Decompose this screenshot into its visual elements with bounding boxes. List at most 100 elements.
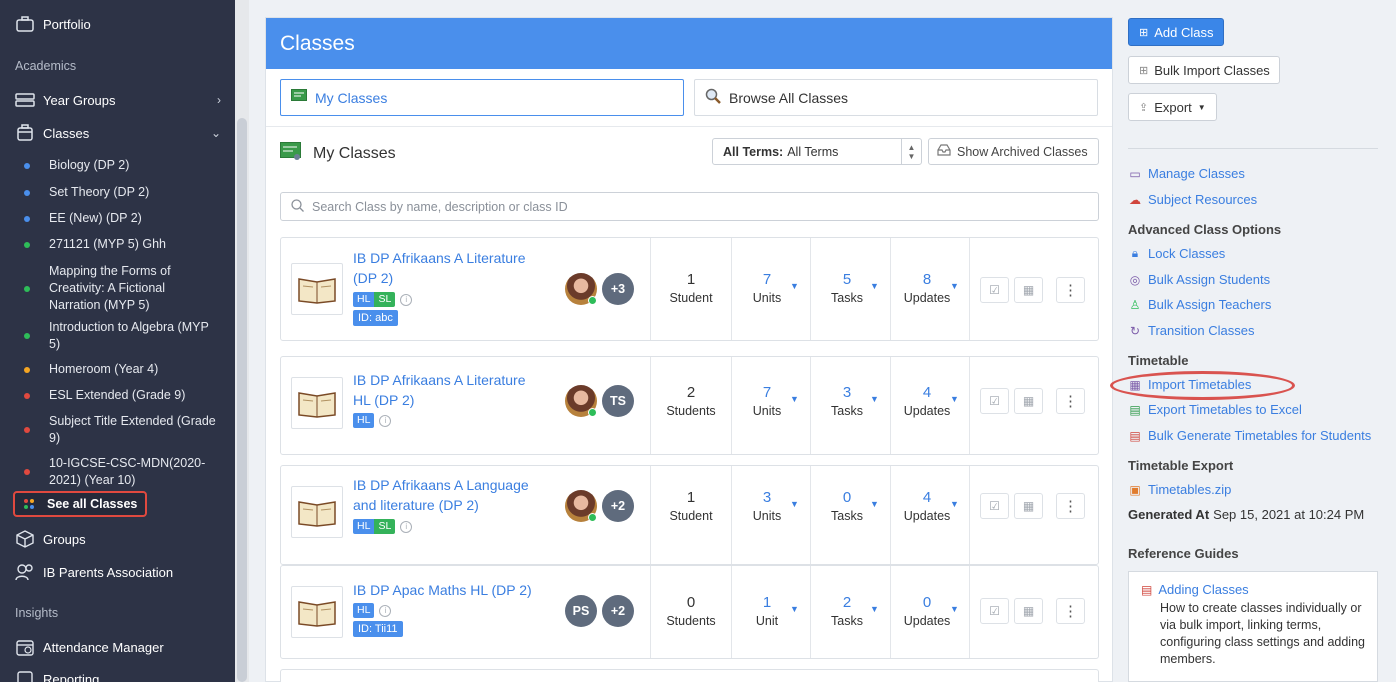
status-dot xyxy=(24,392,30,399)
sidebar-item-year-groups[interactable]: Year Groups › xyxy=(0,89,235,111)
class-link[interactable]: Set Theory (DP 2) xyxy=(0,184,235,201)
term-select-value: All Terms xyxy=(787,144,839,159)
lock-icon: 🔒︎ xyxy=(1131,246,1139,260)
class-link-label: EE (New) (DP 2) xyxy=(49,211,142,225)
caret-down-icon[interactable]: ▼ xyxy=(790,281,799,291)
pdf-icon: ▤ xyxy=(1129,428,1141,443)
sl-badge: SL xyxy=(374,292,396,307)
export-button[interactable]: ⇪ Export ▼ xyxy=(1128,93,1217,121)
guide-description: How to create classes individually or vi… xyxy=(1160,601,1365,666)
bulk-assign-students-link[interactable]: ◎ Bulk Assign Students xyxy=(1128,272,1270,287)
info-icon[interactable]: i xyxy=(400,293,413,306)
timetable-icon[interactable]: ▦ xyxy=(1014,388,1043,414)
class-link[interactable]: EE (New) (DP 2) xyxy=(0,210,235,227)
class-link[interactable]: 271121 (MYP 5) Ghh xyxy=(0,236,235,253)
sidebar-scrollbar[interactable] xyxy=(237,118,247,682)
lock-classes-link[interactable]: 🔒︎ Lock Classes xyxy=(1128,246,1226,261)
gradebook-icon[interactable]: ☑ xyxy=(980,277,1009,303)
sidebar-item-portfolio[interactable]: Portfolio xyxy=(0,13,235,35)
add-class-button[interactable]: ⊞ Add Class xyxy=(1128,18,1224,46)
divider xyxy=(1128,148,1378,149)
timetable-icon[interactable]: ▦ xyxy=(1014,277,1043,303)
timetables-zip-link[interactable]: ▣ Timetables.zip xyxy=(1128,482,1231,497)
status-dot xyxy=(24,241,30,248)
class-board-icon xyxy=(291,89,307,106)
more-members-avatar[interactable]: +2 xyxy=(602,490,634,522)
units-label: Unit xyxy=(755,614,779,628)
sidebar-item-groups[interactable]: Groups xyxy=(0,528,235,550)
guide-link[interactable]: ▤ Adding Classes xyxy=(1141,582,1365,597)
class-name-link[interactable]: IB DP Afrikaans A Literature HL (DP 2) xyxy=(353,370,543,410)
more-options-icon[interactable]: ⋮ xyxy=(1056,493,1085,519)
more-options-icon[interactable]: ⋮ xyxy=(1056,388,1085,414)
divider xyxy=(969,238,970,340)
class-link[interactable]: Subject Title Extended (Grade 9) xyxy=(0,413,230,447)
tasks-label: Tasks xyxy=(831,404,863,418)
sidebar-item-attendance[interactable]: Attendance Manager xyxy=(0,636,235,658)
section-academics: Academics xyxy=(15,59,77,73)
caret-down-icon[interactable]: ▼ xyxy=(870,281,879,291)
search-input[interactable]: Search Class by name, description or cla… xyxy=(280,192,1099,221)
caret-down-icon[interactable]: ▼ xyxy=(870,394,879,404)
caret-down-icon[interactable]: ▼ xyxy=(790,394,799,404)
see-all-classes-link[interactable]: See all Classes xyxy=(13,491,147,517)
caret-down-icon[interactable]: ▼ xyxy=(870,499,879,509)
gradebook-icon[interactable]: ☑ xyxy=(980,388,1009,414)
class-link[interactable]: Biology (DP 2) xyxy=(0,157,235,174)
class-card: IB DP Afrikaans A Literature (DP 2) HL S… xyxy=(280,237,1099,341)
info-icon[interactable]: i xyxy=(379,414,392,427)
sidebar-item-reporting[interactable]: Reporting xyxy=(0,668,235,682)
class-name-link[interactable]: IB DP Afrikaans A Literature (DP 2) xyxy=(353,248,543,288)
tab-browse-all[interactable]: Browse All Classes xyxy=(694,79,1098,116)
manage-classes-link[interactable]: ▭ Manage Classes xyxy=(1128,166,1245,181)
online-indicator xyxy=(588,296,597,305)
class-link-label: Biology (DP 2) xyxy=(49,158,130,172)
member-avatar[interactable]: TS xyxy=(602,385,634,417)
caret-down-icon[interactable]: ▼ xyxy=(950,281,959,291)
sidebar-item-label: Classes xyxy=(43,125,90,141)
book-icon xyxy=(291,586,343,638)
show-archived-button[interactable]: Show Archived Classes xyxy=(928,138,1099,165)
gradebook-icon[interactable]: ☑ xyxy=(980,493,1009,519)
more-options-icon[interactable]: ⋮ xyxy=(1056,598,1085,624)
class-link[interactable]: Mapping the Forms of Creativity: A Ficti… xyxy=(0,263,200,314)
tasks-label: Tasks xyxy=(831,291,863,305)
class-name-link[interactable]: IB DP Afrikaans A Language and literatur… xyxy=(353,475,543,515)
info-icon[interactable]: i xyxy=(400,520,413,533)
caret-down-icon[interactable]: ▼ xyxy=(950,604,959,614)
import-timetables-link[interactable]: ▦ Import Timetables xyxy=(1128,377,1251,392)
more-members-avatar[interactable]: +2 xyxy=(602,595,634,627)
link-label: Bulk Generate Timetables for Students xyxy=(1148,428,1372,443)
link-label: Bulk Assign Students xyxy=(1148,272,1271,287)
caret-down-icon[interactable]: ▼ xyxy=(950,394,959,404)
bulk-generate-link[interactable]: ▤ Bulk Generate Timetables for Students xyxy=(1128,428,1371,443)
units-label: Units xyxy=(752,404,782,418)
term-select[interactable]: All Terms: All Terms ▲ ▼ xyxy=(712,138,922,165)
class-link[interactable]: Introduction to Algebra (MYP 5) xyxy=(0,319,225,353)
more-options-icon[interactable]: ⋮ xyxy=(1056,277,1085,303)
tab-my-classes[interactable]: My Classes xyxy=(280,79,684,116)
sidebar-item-classes[interactable]: Classes ⌄ xyxy=(0,122,235,144)
bulk-assign-teachers-link[interactable]: ♙ Bulk Assign Teachers xyxy=(1128,297,1272,312)
class-link[interactable]: 10-IGCSE-CSC-MDN(2020-2021) (Year 10) xyxy=(0,455,230,489)
tab-bar: My Classes Browse All Classes xyxy=(280,79,1098,116)
member-avatar[interactable]: PS xyxy=(565,595,597,627)
info-icon[interactable]: i xyxy=(379,604,392,617)
export-timetables-link[interactable]: ▤ Export Timetables to Excel xyxy=(1128,402,1302,417)
class-link[interactable]: ESL Extended (Grade 9) xyxy=(0,387,235,404)
bulk-import-button[interactable]: ⊞ Bulk Import Classes xyxy=(1128,56,1280,84)
timetable-icon[interactable]: ▦ xyxy=(1014,493,1043,519)
transition-classes-link[interactable]: ↻ Transition Classes xyxy=(1128,323,1254,338)
caret-down-icon[interactable]: ▼ xyxy=(870,604,879,614)
caret-down-icon[interactable]: ▼ xyxy=(790,499,799,509)
gradebook-icon[interactable]: ☑ xyxy=(980,598,1009,624)
class-name-link[interactable]: IB DP Apac Maths HL (DP 2) xyxy=(353,580,553,600)
caret-down-icon[interactable]: ▼ xyxy=(950,499,959,509)
sidebar-item-parents[interactable]: IB Parents Association xyxy=(0,561,235,583)
more-members-avatar[interactable]: +3 xyxy=(602,273,634,305)
see-all-label: See all Classes xyxy=(47,497,138,511)
subject-resources-link[interactable]: ☁ Subject Resources xyxy=(1128,192,1257,207)
caret-down-icon[interactable]: ▼ xyxy=(790,604,799,614)
timetable-icon[interactable]: ▦ xyxy=(1014,598,1043,624)
class-link[interactable]: Homeroom (Year 4) xyxy=(0,361,235,378)
